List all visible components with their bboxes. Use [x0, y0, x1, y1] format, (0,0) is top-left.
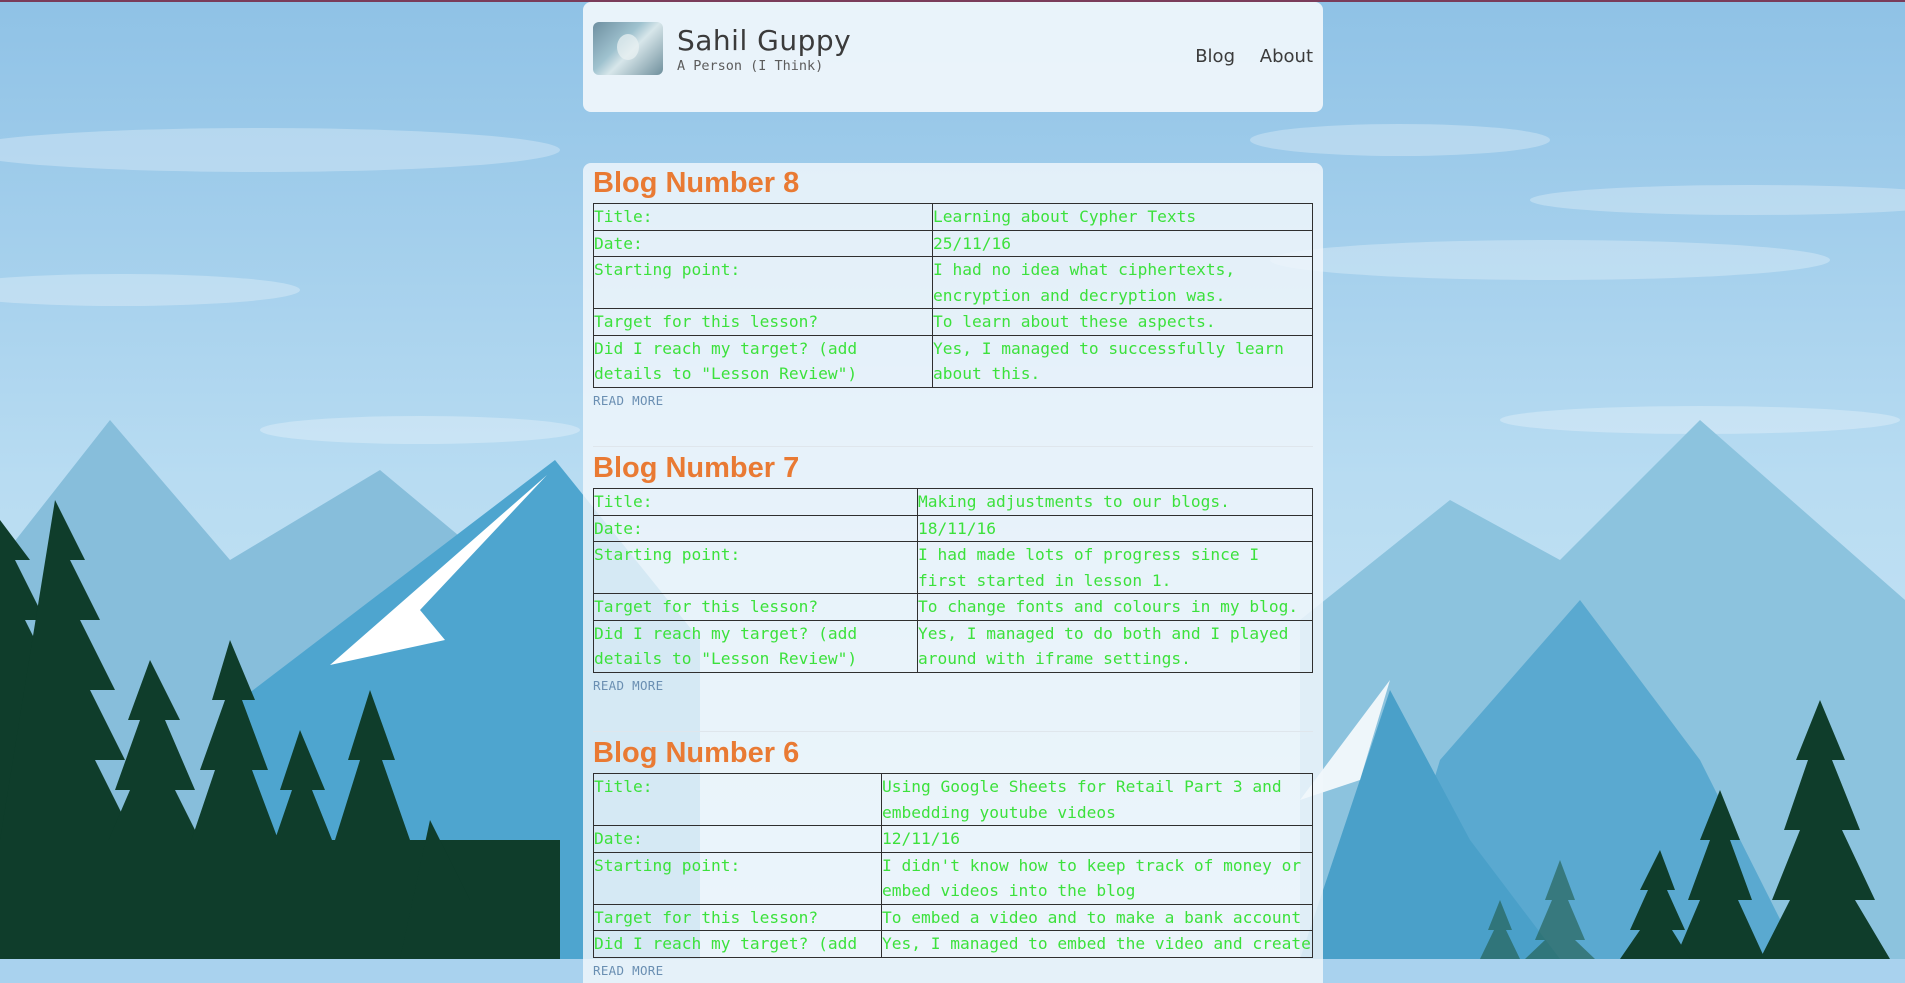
post-summary-table: Title: Learning about Cypher Texts Date: 2… [593, 203, 1313, 388]
nav-about-link[interactable]: About [1260, 46, 1313, 67]
table-row: Title: Using Google Sheets for Retail Par… [593, 773, 1313, 826]
table-row: Date: 25/11/16 [593, 229, 1313, 257]
nav-blog-link[interactable]: Blog [1195, 46, 1235, 67]
post-summary-table: Title: Using Google Sheets for Retail Par… [593, 773, 1313, 958]
row-value: I didn't know how to keep track of money… [881, 851, 1313, 905]
table-row: Starting point: I had made lots of progre… [593, 541, 1313, 594]
read-more-link[interactable]: READ MORE [593, 963, 1313, 981]
row-label: Date: [593, 825, 882, 853]
row-value: I had made lots of progress since I firs… [917, 541, 1313, 594]
read-more-link[interactable]: READ MORE [593, 678, 1313, 696]
row-label: Title: [593, 773, 882, 826]
row-label: Did I reach my target? (add details to "… [593, 619, 918, 673]
row-value: To embed a video and to make a bank acco… [881, 903, 1313, 931]
table-row: Target for this lesson? To learn about th… [593, 308, 1313, 336]
row-label: Target for this lesson? [593, 308, 933, 336]
row-label: Did I reach my target? (add [593, 930, 882, 958]
post-title[interactable]: Blog Number 8 [593, 163, 1313, 203]
row-value: I had no idea what ciphertexts, encrypti… [932, 256, 1313, 309]
row-value: Yes, I managed to do both and I played a… [917, 619, 1313, 673]
row-value: Using Google Sheets for Retail Part 3 an… [881, 773, 1313, 826]
table-row: Target for this lesson? To change fonts a… [593, 593, 1313, 621]
row-label: Title: [593, 203, 933, 231]
blog-post: Blog Number 8 Title: Learning about Cyphe… [593, 163, 1313, 411]
row-value: To learn about these aspects. [932, 308, 1313, 336]
table-row: Did I reach my target? (add details to "… [593, 619, 1313, 673]
row-label: Title: [593, 488, 918, 516]
row-value: To change fonts and colours in my blog. [917, 593, 1313, 621]
site-title[interactable]: Sahil Guppy [677, 24, 851, 57]
post-summary-table: Title: Making adjustments to our blogs. D… [593, 488, 1313, 673]
row-value: Learning about Cypher Texts [932, 203, 1313, 231]
post-title[interactable]: Blog Number 6 [593, 733, 1313, 773]
blog-post-list: Blog Number 8 Title: Learning about Cyphe… [583, 163, 1323, 983]
site-subtitle: A Person (I Think) [677, 58, 824, 74]
row-label: Starting point: [593, 851, 882, 905]
avatar[interactable] [593, 22, 663, 75]
blog-post: Blog Number 7 Title: Making adjustments t… [593, 448, 1313, 696]
table-row: Date: 12/11/16 [593, 825, 1313, 853]
site-header: Sahil Guppy A Person (I Think) Blog Abou… [583, 2, 1323, 112]
row-value: 18/11/16 [917, 514, 1313, 542]
table-row: Title: Learning about Cypher Texts [593, 203, 1313, 231]
top-accent-bar [0, 0, 1905, 2]
table-row: Starting point: I didn't know how to keep… [593, 851, 1313, 905]
post-title[interactable]: Blog Number 7 [593, 448, 1313, 488]
post-divider [593, 446, 1313, 447]
table-row: Date: 18/11/16 [593, 514, 1313, 542]
row-label: Date: [593, 229, 933, 257]
row-label: Target for this lesson? [593, 903, 882, 931]
row-value: 25/11/16 [932, 229, 1313, 257]
row-label: Starting point: [593, 541, 918, 594]
read-more-link[interactable]: READ MORE [593, 393, 1313, 411]
table-row: Starting point: I had no idea what cipher… [593, 256, 1313, 309]
row-value: Making adjustments to our blogs. [917, 488, 1313, 516]
row-value: Yes, I managed to successfully learn abo… [932, 334, 1313, 388]
row-label: Date: [593, 514, 918, 542]
table-row: Target for this lesson? To embed a video … [593, 903, 1313, 931]
post-divider [593, 731, 1313, 732]
row-value: Yes, I managed to embed the video and cr… [881, 930, 1313, 958]
blog-post: Blog Number 6 Title: Using Google Sheets … [593, 733, 1313, 981]
table-row: Title: Making adjustments to our blogs. [593, 488, 1313, 516]
row-label: Target for this lesson? [593, 593, 918, 621]
row-label: Starting point: [593, 256, 933, 309]
row-value: 12/11/16 [881, 825, 1313, 853]
table-row: Did I reach my target? (add Yes, I manage… [593, 930, 1313, 958]
row-label: Did I reach my target? (add details to "… [593, 334, 933, 388]
table-row: Did I reach my target? (add details to "… [593, 334, 1313, 388]
